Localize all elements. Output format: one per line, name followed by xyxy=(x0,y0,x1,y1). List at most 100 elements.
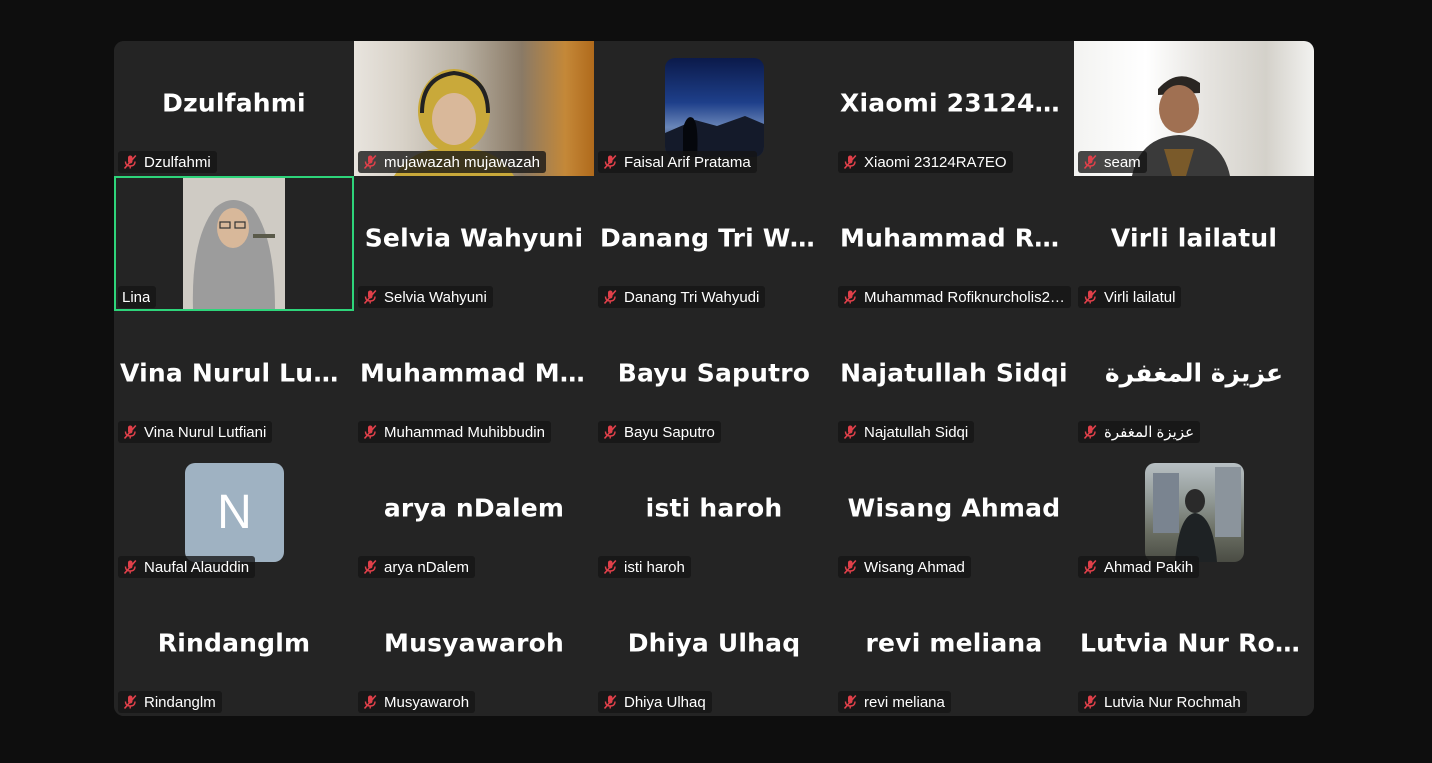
participant-display-name: Muhammad Mu… xyxy=(360,358,594,387)
muted-mic-icon xyxy=(843,289,857,305)
participant-tile[interactable]: Musyawaroh Musyawaroh xyxy=(354,581,594,716)
participant-name-label: Wisang Ahmad xyxy=(838,556,971,578)
muted-mic-icon xyxy=(603,694,617,710)
participant-name: Vina Nurul Lutfiani xyxy=(144,423,267,441)
participant-display-name: isti haroh xyxy=(645,493,783,522)
participant-name-label: Rindanglm xyxy=(118,691,222,713)
participant-name: Muhammad Rofiknurcholis2… xyxy=(864,288,1065,306)
participant-name-label: Dzulfahmi xyxy=(118,151,217,173)
participant-name: Muhammad Muhibbudin xyxy=(384,423,545,441)
participant-tile[interactable]: Muhammad Ro… Muhammad Rofiknurcholis2… xyxy=(834,176,1074,311)
participant-tile[interactable]: N Naufal Alauddin xyxy=(114,446,354,581)
participant-tile[interactable]: Lina xyxy=(114,176,354,311)
participant-name-label: Naufal Alauddin xyxy=(118,556,256,578)
participant-name: Bayu Saputro xyxy=(624,423,715,441)
participant-tile[interactable]: Faisal Arif Pratama xyxy=(594,41,834,176)
participant-tile[interactable]: عزيزة المغفرة عزيزة المغفرة xyxy=(1074,311,1314,446)
participant-name: Selvia Wahyuni xyxy=(384,288,487,306)
participant-display-name: عزيزة المغفرة xyxy=(1104,358,1284,387)
avatar xyxy=(665,58,764,157)
participant-display-name: Vina Nurul Lutfi… xyxy=(120,358,354,387)
muted-mic-icon xyxy=(363,154,377,170)
participant-display-name: Dzulfahmi xyxy=(162,88,306,117)
muted-mic-icon xyxy=(123,694,137,710)
participant-name-label: Lutvia Nur Rochmah xyxy=(1078,691,1247,713)
participant-name-label: Najatullah Sidqi xyxy=(838,421,975,443)
participant-name-label: mujawazah mujawazah xyxy=(358,151,546,173)
participant-name-label: Ahmad Pakih xyxy=(1078,556,1200,578)
participant-tile[interactable]: Bayu Saputro Bayu Saputro xyxy=(594,311,834,446)
participant-name-label: Musyawaroh xyxy=(358,691,476,713)
participant-tile[interactable]: Najatullah Sidqi Najatullah Sidqi xyxy=(834,311,1074,446)
muted-mic-icon xyxy=(363,694,377,710)
participant-tile[interactable]: Lutvia Nur Roc… Lutvia Nur Rochmah xyxy=(1074,581,1314,716)
participant-name-label: Vina Nurul Lutfiani xyxy=(118,421,273,443)
participant-tile[interactable]: Virli lailatul Virli lailatul xyxy=(1074,176,1314,311)
video-gallery: Dzulfahmi Dzulfahmi mujawazah mujawazah Fai… xyxy=(114,41,1314,716)
participant-name: عزيزة المغفرة xyxy=(1104,424,1195,441)
muted-mic-icon xyxy=(123,559,137,575)
participant-name: Najatullah Sidqi xyxy=(864,423,969,441)
participant-tile[interactable]: arya nDalem arya nDalem xyxy=(354,446,594,581)
participant-tile[interactable]: Ahmad Pakih xyxy=(1074,446,1314,581)
participant-tile[interactable]: seam xyxy=(1074,41,1314,176)
participant-name: Lutvia Nur Rochmah xyxy=(1104,693,1241,711)
participant-tile[interactable]: Dzulfahmi Dzulfahmi xyxy=(114,41,354,176)
participant-name: isti haroh xyxy=(624,558,685,576)
avatar xyxy=(1145,463,1244,562)
participant-display-name: arya nDalem xyxy=(383,493,565,522)
video-feed xyxy=(183,178,285,309)
muted-mic-icon xyxy=(603,424,617,440)
street-photo xyxy=(1153,467,1241,562)
participant-name: mujawazah mujawazah xyxy=(384,153,540,171)
participant-tile[interactable]: Rindanglm Rindanglm xyxy=(114,581,354,716)
participant-display-name: Xiaomi 23124R… xyxy=(840,88,1074,117)
participant-name-label: عزيزة المغفرة xyxy=(1078,421,1201,443)
muted-mic-icon xyxy=(603,289,617,305)
muted-mic-icon xyxy=(1083,424,1097,440)
participant-display-name: Danang Tri Wah… xyxy=(600,223,834,252)
participant-display-name: Lutvia Nur Roc… xyxy=(1080,628,1314,657)
participant-name-label: Dhiya Ulhaq xyxy=(598,691,712,713)
participant-tile[interactable]: Muhammad Mu… Muhammad Muhibbudin xyxy=(354,311,594,446)
participant-name-label: seam xyxy=(1078,151,1147,173)
participant-name: Naufal Alauddin xyxy=(144,558,250,576)
muted-mic-icon xyxy=(363,424,377,440)
participant-tile[interactable]: revi meliana revi meliana xyxy=(834,581,1074,716)
participant-name: arya nDalem xyxy=(384,558,470,576)
participant-name-label: isti haroh xyxy=(598,556,691,578)
participant-tile[interactable]: isti haroh isti haroh xyxy=(594,446,834,581)
participant-name-label: Virli lailatul xyxy=(1078,286,1182,308)
participant-tile[interactable]: Vina Nurul Lutfi… Vina Nurul Lutfiani xyxy=(114,311,354,446)
participant-tile[interactable]: Danang Tri Wah… Danang Tri Wahyudi xyxy=(594,176,834,311)
participant-display-name: revi meliana xyxy=(865,628,1043,657)
muted-mic-icon xyxy=(843,559,857,575)
participant-name: Xiaomi 23124RA7EO xyxy=(864,153,1007,171)
participant-tile[interactable]: Dhiya Ulhaq Dhiya Ulhaq xyxy=(594,581,834,716)
participant-name: Dzulfahmi xyxy=(144,153,211,171)
participant-display-name: Virli lailatul xyxy=(1110,223,1278,252)
participant-display-name: Najatullah Sidqi xyxy=(840,358,1068,387)
muted-mic-icon xyxy=(363,559,377,575)
muted-mic-icon xyxy=(363,289,377,305)
participant-tile[interactable]: Selvia Wahyuni Selvia Wahyuni xyxy=(354,176,594,311)
participant-name: Lina xyxy=(122,288,151,306)
participant-tile[interactable]: mujawazah mujawazah xyxy=(354,41,594,176)
participant-name: Ahmad Pakih xyxy=(1104,558,1194,576)
participant-name-label: Bayu Saputro xyxy=(598,421,721,443)
avatar-initial: N xyxy=(185,463,284,562)
participant-name: Musyawaroh xyxy=(384,693,470,711)
participant-name-label: revi meliana xyxy=(838,691,951,713)
participant-name-label: Muhammad Muhibbudin xyxy=(358,421,551,443)
participant-name-label: Faisal Arif Pratama xyxy=(598,151,757,173)
participant-tile[interactable]: Wisang Ahmad Wisang Ahmad xyxy=(834,446,1074,581)
participant-name-label: Xiaomi 23124RA7EO xyxy=(838,151,1013,173)
participant-display-name: Musyawaroh xyxy=(384,628,564,657)
muted-mic-icon xyxy=(1083,559,1097,575)
participant-name-label: Selvia Wahyuni xyxy=(358,286,493,308)
participant-display-name: Rindanglm xyxy=(157,628,311,657)
participant-name-label: Muhammad Rofiknurcholis2… xyxy=(838,286,1071,308)
participant-name: Dhiya Ulhaq xyxy=(624,693,706,711)
muted-mic-icon xyxy=(1083,154,1097,170)
participant-tile[interactable]: Xiaomi 23124R… Xiaomi 23124RA7EO xyxy=(834,41,1074,176)
